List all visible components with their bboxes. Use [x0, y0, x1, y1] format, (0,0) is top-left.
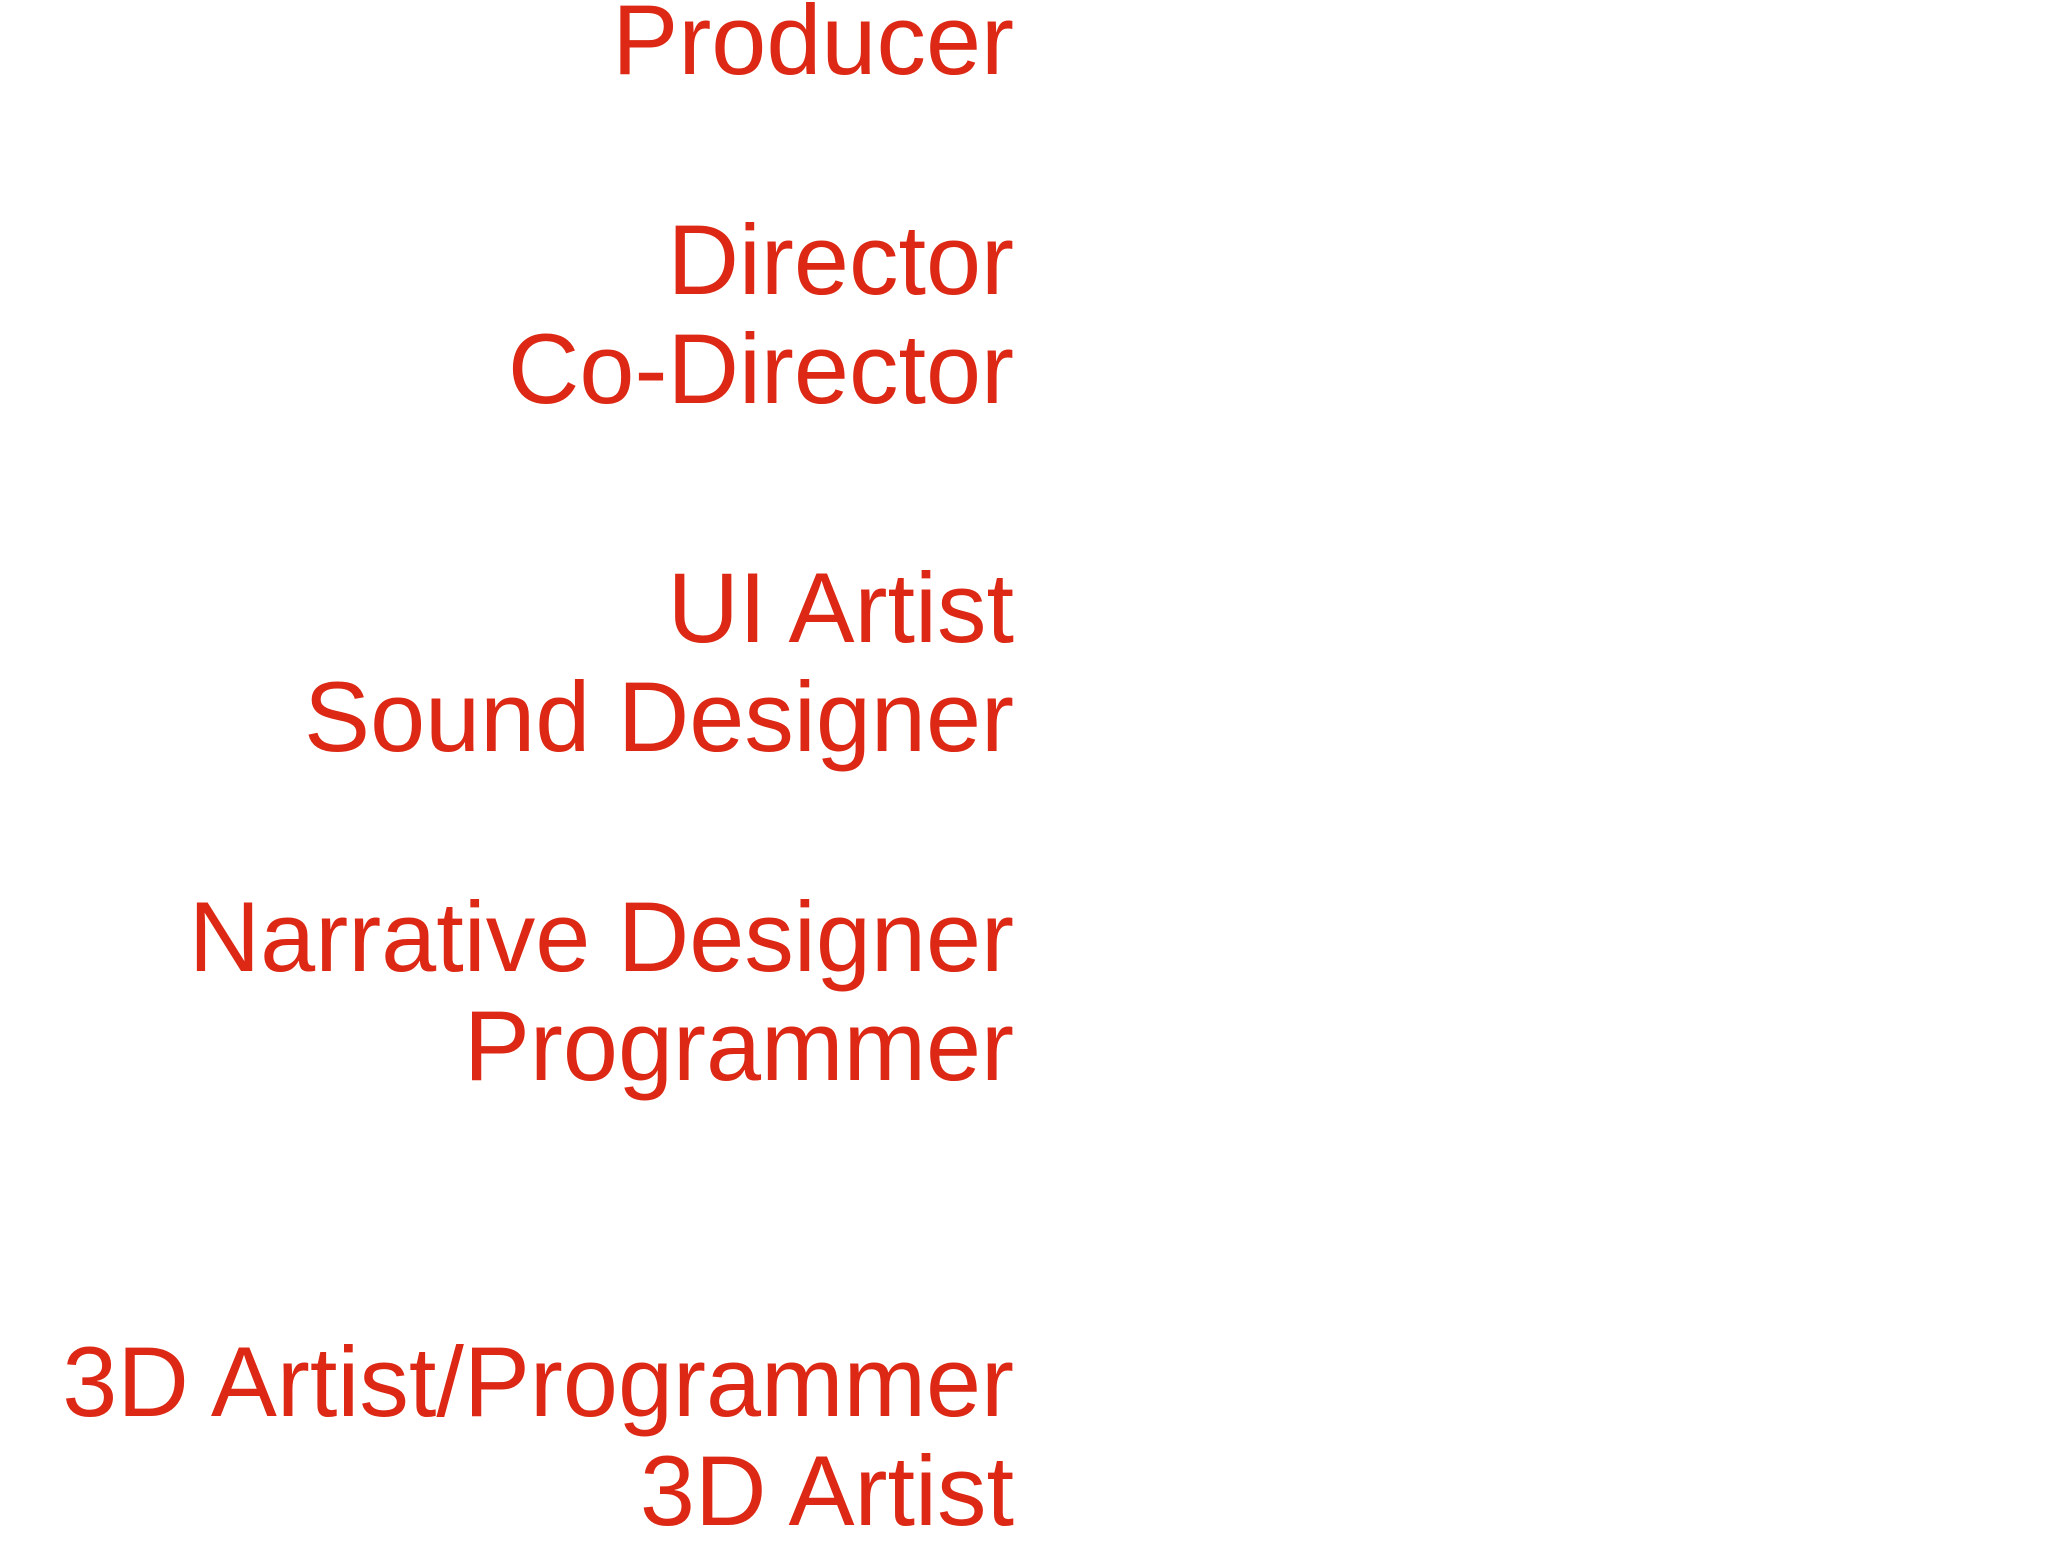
role-3d-artist-programmer: 3D Artist/Programmer — [62, 1326, 1014, 1437]
role-co-director: Co-Director — [507, 313, 1014, 424]
role-ui-artist: UI Artist — [667, 552, 1014, 663]
role-director: Director — [667, 204, 1014, 315]
role-programmer: Programmer — [463, 990, 1014, 1101]
role-sound-designer: Sound Designer — [304, 661, 1014, 772]
role-producer: Producer — [612, 0, 1014, 95]
role-3d-artist: 3D Artist — [639, 1435, 1014, 1546]
credits-roll: Producer Director Co-Director UI Artist … — [0, 0, 2048, 1546]
role-narrative-designer: Narrative Designer — [188, 881, 1014, 992]
